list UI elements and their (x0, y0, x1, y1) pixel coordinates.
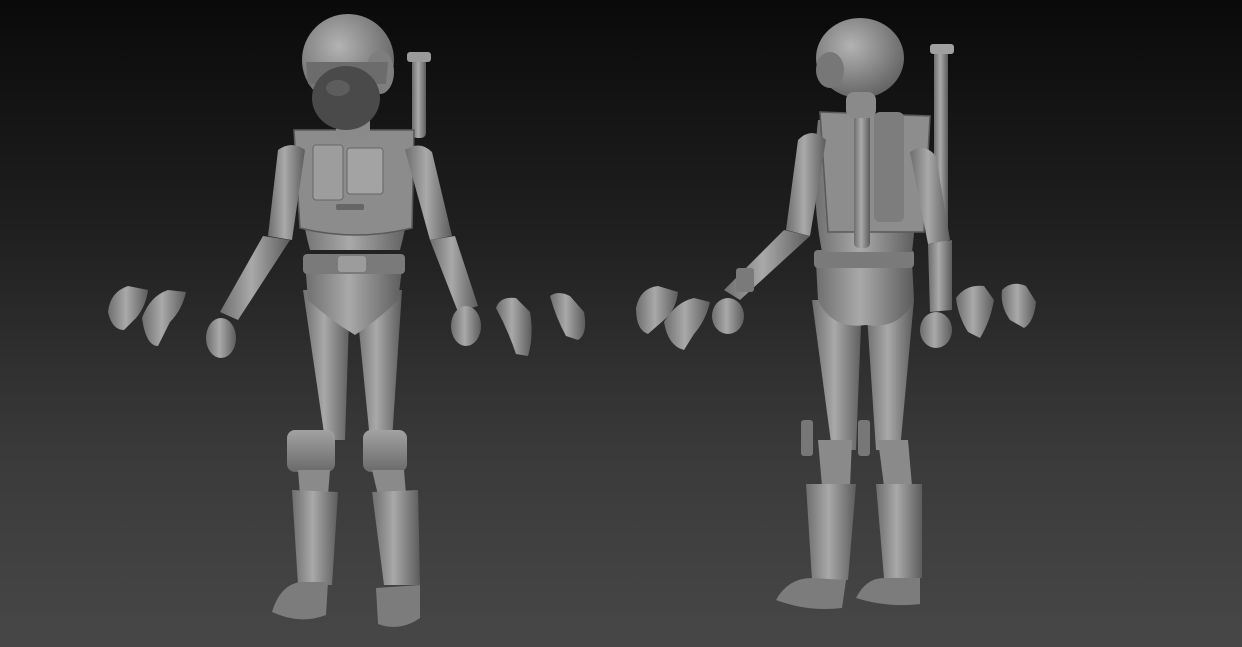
loose-hand (496, 297, 532, 356)
knee-pad-right (363, 430, 407, 472)
right-fist (451, 306, 481, 346)
figure-front (206, 14, 481, 627)
back-right-forearm (928, 240, 952, 312)
back-pelvis (816, 262, 914, 326)
figure-back (712, 18, 954, 609)
sculpt-scene (108, 14, 1036, 627)
back-belt (814, 250, 914, 268)
back-right-fist (920, 312, 952, 348)
boot-left (292, 490, 338, 585)
loose-hands-back-left (636, 286, 710, 350)
sculpt-viewport (0, 0, 1242, 647)
loose-hand (108, 286, 148, 330)
loose-hand (1001, 283, 1036, 328)
loose-hand (142, 290, 186, 346)
back-boot-left (806, 484, 856, 580)
left-fist (206, 318, 236, 358)
back-boot-right (876, 484, 922, 578)
back-left-fist (712, 298, 744, 334)
backpack-tube (412, 58, 426, 138)
left-forearm (220, 236, 290, 320)
loose-hands-back-right (956, 283, 1036, 338)
loose-hands-front-right (496, 293, 586, 356)
right-forearm (430, 236, 478, 312)
boot-right (372, 490, 420, 585)
loose-hand (956, 285, 994, 338)
visor (312, 66, 380, 130)
loose-hands-front-left (108, 286, 186, 346)
loose-hand (550, 293, 586, 340)
knee-pad-left (287, 430, 335, 472)
